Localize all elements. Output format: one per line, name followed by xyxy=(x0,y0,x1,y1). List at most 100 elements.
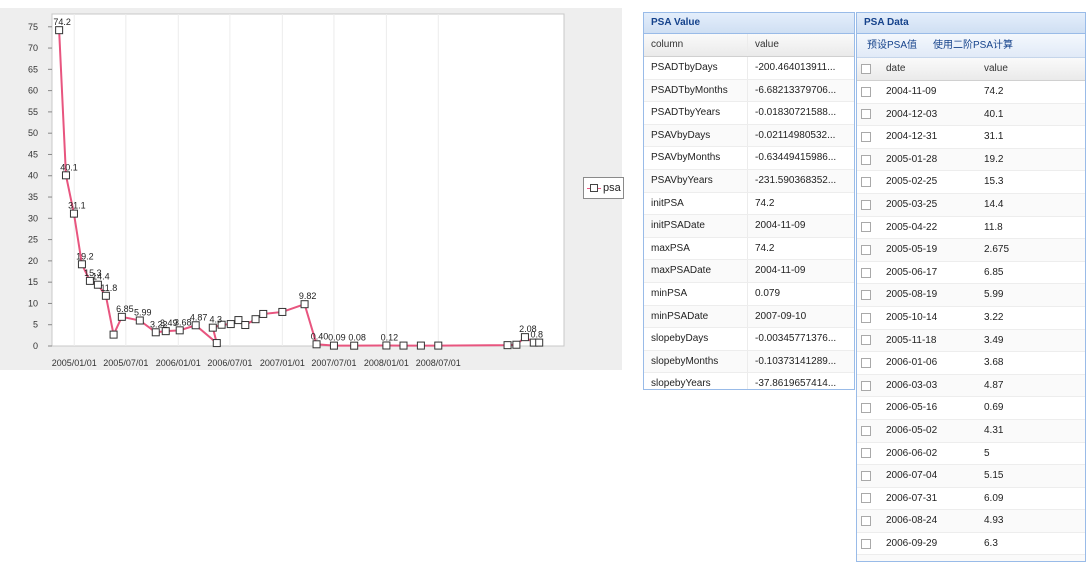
data-point xyxy=(350,341,359,350)
table-row[interactable]: 2006-08-24 4.93 xyxy=(857,510,1085,533)
table-row[interactable]: 2006-05-02 4.31 xyxy=(857,419,1085,443)
table-row[interactable]: 2005-06-17 6.85 xyxy=(857,262,1085,285)
column-header-date[interactable]: date xyxy=(879,58,977,80)
row-checkbox[interactable] xyxy=(857,239,879,261)
table-row[interactable]: 2004-11-09 74.2 xyxy=(857,81,1085,104)
row-checkbox[interactable] xyxy=(857,307,879,329)
column-header-value[interactable]: value xyxy=(977,58,1077,80)
table-row[interactable]: 2005-04-22 11.8 xyxy=(857,217,1085,240)
y-tick-label: 70 xyxy=(28,43,38,53)
data-point xyxy=(512,340,521,349)
row-checkbox[interactable] xyxy=(857,104,879,126)
table-row[interactable]: 2006-05-16 0.69 xyxy=(857,397,1085,420)
row-date: 2005-02-25 xyxy=(886,176,938,188)
select-all-checkbox[interactable] xyxy=(857,58,879,80)
table-row[interactable]: slopebyMonths -0.10373141289... xyxy=(644,350,854,374)
row-value: 6.3 xyxy=(984,537,998,549)
chart-legend[interactable]: psa xyxy=(583,177,624,199)
row-checkbox[interactable] xyxy=(857,465,879,487)
row-value: 2007-09-10 xyxy=(755,310,807,322)
psa-data-header: date value xyxy=(857,58,1085,81)
table-row[interactable]: 2006-06-02 5 xyxy=(857,443,1085,466)
column-header-value[interactable]: value xyxy=(748,34,854,56)
table-row[interactable]: 2005-02-25 15.3 xyxy=(857,171,1085,194)
table-row[interactable]: 2006-01-06 3.68 xyxy=(857,352,1085,375)
row-date: 2006-06-02 xyxy=(886,447,938,459)
data-point xyxy=(135,316,144,325)
table-row[interactable]: 2005-11-18 3.49 xyxy=(857,329,1085,353)
table-row[interactable]: 2006-09-29 6.3 xyxy=(857,533,1085,556)
row-value: -0.00345771376... xyxy=(755,333,837,345)
table-row[interactable]: 2006-10-267.53 xyxy=(857,555,1085,561)
row-checkbox[interactable] xyxy=(857,284,879,306)
data-point xyxy=(77,260,86,269)
table-row[interactable]: slopebyYears -37.8619657414... xyxy=(644,373,854,389)
row-checkbox[interactable] xyxy=(857,510,879,532)
y-tick-label: 10 xyxy=(28,298,38,308)
table-row[interactable]: 2004-12-31 31.1 xyxy=(857,126,1085,149)
table-row[interactable]: maxPSA 74.2 xyxy=(644,237,854,261)
row-checkbox[interactable] xyxy=(857,149,879,171)
table-row[interactable]: slopebyDays -0.00345771376... xyxy=(644,328,854,351)
table-row[interactable]: minPSA 0.079 xyxy=(644,282,854,306)
row-checkbox[interactable] xyxy=(857,81,879,103)
table-row[interactable]: 2005-01-28 19.2 xyxy=(857,148,1085,172)
table-row[interactable]: 2006-07-31 6.09 xyxy=(857,488,1085,511)
table-row[interactable]: PSADTbyYears -0.01830721588... xyxy=(644,102,854,125)
row-checkbox[interactable] xyxy=(857,397,879,419)
row-checkbox[interactable] xyxy=(857,126,879,148)
table-row[interactable]: initPSADate 2004-11-09 xyxy=(644,215,854,238)
row-checkbox[interactable] xyxy=(857,420,879,442)
data-label: 31.1 xyxy=(68,201,86,211)
table-row[interactable]: 2006-07-04 5.15 xyxy=(857,465,1085,488)
table-row[interactable]: minPSADate 2007-09-10 xyxy=(644,305,854,329)
table-row[interactable]: 2005-10-14 3.22 xyxy=(857,307,1085,330)
row-checkbox[interactable] xyxy=(857,488,879,510)
table-row[interactable]: 2005-03-25 14.4 xyxy=(857,193,1085,217)
row-column-name: slopebyYears xyxy=(644,373,748,389)
table-row[interactable]: PSADTbyDays -200.464013911... xyxy=(644,57,854,80)
data-point xyxy=(212,339,221,348)
row-value: 5.15 xyxy=(984,470,1004,482)
table-row[interactable]: PSAVbyMonths -0.63449415986... xyxy=(644,147,854,170)
table-row[interactable]: maxPSADate 2004-11-09 xyxy=(644,260,854,283)
psa-data-panel: PSA Data 预设PSA值 使用二阶PSA计算 date value 200… xyxy=(856,12,1086,562)
row-column-name: minPSA xyxy=(644,282,748,305)
table-row[interactable]: 2004-12-03 40.1 xyxy=(857,103,1085,127)
row-checkbox[interactable] xyxy=(857,375,879,397)
row-checkbox[interactable] xyxy=(857,352,879,374)
table-row[interactable]: PSAVbyYears -231.590368352... xyxy=(644,169,854,193)
column-header-column[interactable]: column xyxy=(644,34,748,56)
row-value: 14.4 xyxy=(984,198,1004,210)
row-column-name: slopebyDays xyxy=(644,328,748,350)
table-row[interactable]: 2005-05-19 2.675 xyxy=(857,239,1085,262)
preset-psa-button[interactable]: 预设PSA值 xyxy=(867,34,917,57)
data-point xyxy=(69,209,78,218)
y-tick-label: 60 xyxy=(28,86,38,96)
row-date: 2006-10-26 xyxy=(879,555,977,561)
row-column-name: slopebyMonths xyxy=(644,350,748,373)
row-checkbox[interactable] xyxy=(857,194,879,216)
table-row[interactable]: 2006-03-03 4.87 xyxy=(857,374,1085,398)
row-checkbox[interactable] xyxy=(857,171,879,193)
row-column-name: PSAVbyDays xyxy=(644,124,748,147)
row-checkbox[interactable] xyxy=(857,555,879,561)
y-tick-label: 15 xyxy=(28,277,38,287)
row-checkbox[interactable] xyxy=(857,217,879,239)
x-tick-label: 2008/07/01 xyxy=(416,358,461,368)
row-checkbox[interactable] xyxy=(857,330,879,352)
table-row[interactable]: 2005-08-19 5.99 xyxy=(857,284,1085,307)
table-row[interactable]: PSADTbyMonths -6.68213379706... xyxy=(644,79,854,103)
row-checkbox[interactable] xyxy=(857,533,879,555)
row-value: 5 xyxy=(984,447,990,459)
second-order-psa-button[interactable]: 使用二阶PSA计算 xyxy=(933,34,1013,57)
data-label: 11.8 xyxy=(100,283,117,293)
row-checkbox[interactable] xyxy=(857,262,879,284)
table-row[interactable]: PSAVbyDays -0.02114980532... xyxy=(644,124,854,148)
row-value: 6.09 xyxy=(984,492,1004,504)
row-checkbox[interactable] xyxy=(857,443,879,465)
psa-value-rows: PSADTbyDays -200.464013911... PSADTbyMonth… xyxy=(644,57,854,389)
table-row[interactable]: initPSA 74.2 xyxy=(644,192,854,216)
row-date: 2005-05-19 xyxy=(886,244,938,256)
row-column-name: PSADTbyDays xyxy=(644,57,748,79)
